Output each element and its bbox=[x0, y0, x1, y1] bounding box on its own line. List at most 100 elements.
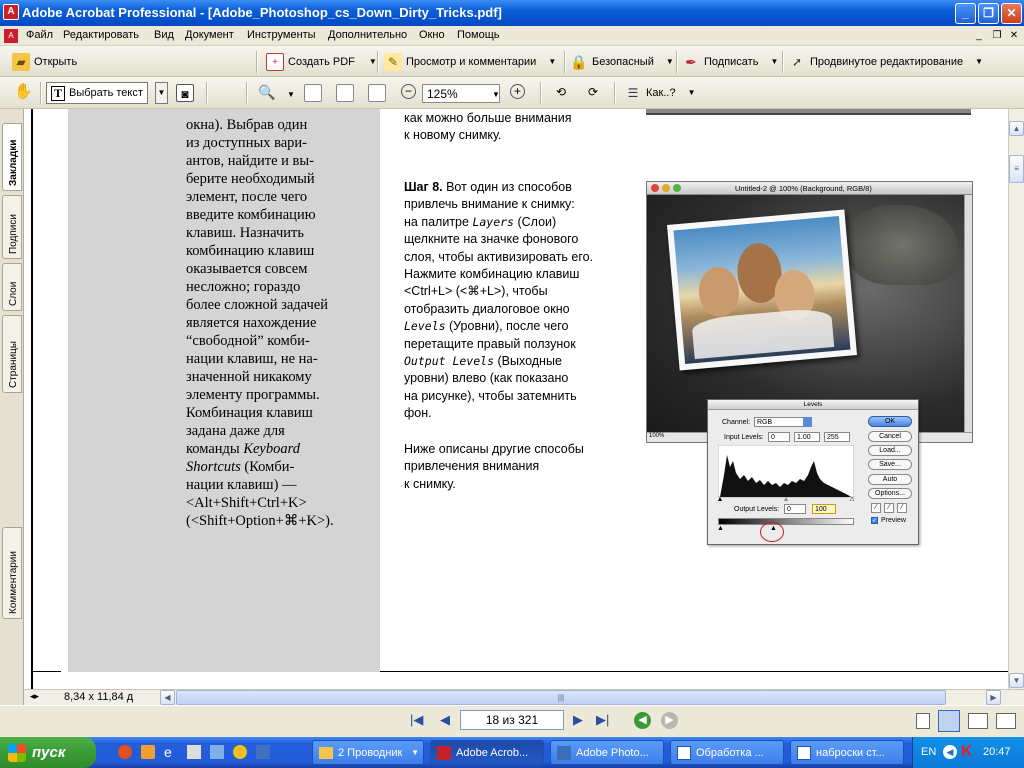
howto-label: Как..? bbox=[646, 86, 676, 99]
task-drafts[interactable]: наброски ст... bbox=[790, 740, 904, 765]
levels-cancel-button: Cancel bbox=[868, 431, 912, 442]
scroll-thumb[interactable]: ≡ bbox=[1009, 155, 1024, 183]
menu-advanced[interactable]: Дополнительно bbox=[328, 29, 407, 41]
scroll-down-icon[interactable]: ▼ bbox=[1009, 673, 1024, 688]
doc-close-button[interactable]: ✕ bbox=[1007, 29, 1021, 43]
select-text-button[interactable]: T Выбрать текст bbox=[46, 82, 148, 104]
ie-icon[interactable]: e bbox=[164, 744, 172, 760]
open-button[interactable]: ▰ Открыть bbox=[12, 51, 77, 72]
browser-icon[interactable] bbox=[118, 745, 132, 759]
menu-file[interactable]: Файл bbox=[26, 29, 53, 41]
levels-title: Levels bbox=[708, 400, 918, 410]
photo-canvas bbox=[647, 195, 964, 432]
fit-width-icon[interactable] bbox=[368, 84, 386, 102]
doc-restore-button[interactable]: ❐ bbox=[990, 29, 1004, 43]
continuous-facing-icon[interactable] bbox=[996, 713, 1016, 729]
chevron-down-icon[interactable]: ▼ bbox=[155, 82, 168, 104]
fit-page-icon[interactable] bbox=[336, 84, 354, 102]
app-icon[interactable] bbox=[256, 745, 270, 759]
chevron-down-icon[interactable]: ▼ bbox=[287, 90, 295, 99]
chevron-down-icon[interactable]: ▼ bbox=[369, 57, 377, 66]
vertical-scrollbar[interactable]: ▲ ≡ ▼ bbox=[1008, 109, 1024, 689]
menu-tools[interactable]: Инструменты bbox=[247, 29, 316, 41]
horizontal-scrollbar[interactable]: ◂▸ 8,34 x 11,84 д ◀ ||| ▶ bbox=[24, 689, 1024, 705]
polaroid-photo bbox=[666, 209, 858, 371]
input-level-white: 255 bbox=[824, 432, 850, 442]
highlight-circle bbox=[760, 522, 784, 542]
toolbar-main: ▰ Открыть ◈ ▣ ⎙ ✉ ⌕ + Создать PDF ▼ ✎ Пр… bbox=[0, 46, 1024, 116]
rotate-right-icon[interactable]: ⟳ bbox=[584, 83, 602, 101]
folder-icon: ▰ bbox=[12, 52, 30, 71]
levels-options-button: Options... bbox=[868, 488, 912, 499]
menu-view[interactable]: Вид bbox=[154, 29, 174, 41]
previous-page-icon[interactable]: ◀ bbox=[440, 712, 450, 728]
scroll-left-icon[interactable]: ◀ bbox=[160, 690, 175, 705]
single-page-icon[interactable] bbox=[916, 713, 930, 729]
title-bar: A Adobe Acrobat Professional - [Adobe_Ph… bbox=[0, 0, 1024, 26]
forward-icon[interactable]: ▶ bbox=[661, 712, 678, 729]
document-icon[interactable]: A bbox=[4, 29, 18, 43]
menu-window[interactable]: Окно bbox=[419, 29, 445, 41]
review-button[interactable]: ✎ Просмотр и комментарии ▼ bbox=[384, 51, 556, 72]
secure-label: Безопасный bbox=[592, 55, 654, 68]
zoom-input[interactable]: 125% bbox=[422, 84, 500, 103]
actual-size-icon[interactable] bbox=[304, 84, 322, 102]
zoom-out-icon[interactable]: − bbox=[401, 84, 416, 99]
howto-button[interactable]: ☰ Как..? ▼ bbox=[624, 82, 696, 103]
continuous-page-icon[interactable] bbox=[938, 710, 960, 732]
horizontal-scroll-thumb[interactable]: ||| bbox=[176, 690, 946, 705]
tab-pages[interactable]: Страницы bbox=[2, 315, 22, 393]
create-pdf-button[interactable]: + Создать PDF ▼ bbox=[266, 51, 377, 72]
rotate-left-icon[interactable]: ⟲ bbox=[552, 83, 570, 101]
advanced-editing-button[interactable]: ➚ Продвинутое редактирование ▼ bbox=[788, 51, 983, 72]
last-page-icon[interactable]: ▶| bbox=[596, 712, 609, 728]
chevron-down-icon[interactable]: ▼ bbox=[975, 57, 983, 66]
menu-edit[interactable]: Редактировать bbox=[63, 29, 139, 41]
task-explorer[interactable]: 2 Проводник ▼ bbox=[312, 740, 424, 765]
close-button[interactable]: ✕ bbox=[1001, 3, 1022, 24]
explorer-icon[interactable] bbox=[210, 745, 224, 759]
chevron-down-icon[interactable]: ▼ bbox=[688, 88, 696, 97]
facing-pages-icon[interactable] bbox=[968, 713, 988, 729]
scroll-right-icon[interactable]: ▶ bbox=[986, 690, 1001, 705]
notepad-icon[interactable] bbox=[187, 745, 201, 759]
clock-app-icon[interactable] bbox=[141, 745, 155, 759]
zoom-in-icon[interactable]: 🔍 bbox=[258, 83, 276, 101]
tab-layers[interactable]: Слои bbox=[2, 263, 22, 311]
chevron-down-icon[interactable]: ▼ bbox=[492, 90, 500, 99]
paragraph-top: как можно больше внимания к новому снимк… bbox=[404, 111, 572, 143]
chevron-down-icon: ▼ bbox=[411, 748, 419, 757]
task-photoshop[interactable]: Adobe Photo... bbox=[550, 740, 664, 765]
chevron-down-icon[interactable]: ▼ bbox=[548, 57, 556, 66]
maximize-button[interactable]: ❐ bbox=[978, 3, 999, 24]
tab-comments[interactable]: Комментарии bbox=[2, 527, 22, 619]
sign-button[interactable]: ✒ Подписать ▼ bbox=[682, 51, 778, 72]
kaspersky-icon[interactable]: K bbox=[961, 743, 973, 761]
start-button[interactable]: пуск bbox=[0, 737, 96, 768]
task-acrobat[interactable]: Adobe Acrob... bbox=[430, 740, 544, 765]
task-word-processing[interactable]: Обработка ... bbox=[670, 740, 784, 765]
doc-minimize-button[interactable]: _ bbox=[972, 29, 986, 43]
snapshot-icon[interactable]: ◙ bbox=[176, 84, 194, 102]
chevron-down-icon[interactable]: ▼ bbox=[770, 57, 778, 66]
output-levels-label: Output Levels: bbox=[734, 506, 780, 513]
back-icon[interactable]: ◀ bbox=[634, 712, 651, 729]
chevron-down-icon[interactable]: ▼ bbox=[666, 57, 674, 66]
split-handle-icon[interactable]: ◂▸ bbox=[30, 691, 39, 702]
tab-signatures[interactable]: Подписи bbox=[2, 195, 22, 259]
show-hidden-icon[interactable]: ◀ bbox=[943, 745, 957, 759]
tab-bookmarks[interactable]: Закладки bbox=[2, 123, 22, 191]
zoom-in-button[interactable]: + bbox=[510, 84, 525, 99]
language-indicator[interactable]: EN bbox=[921, 746, 936, 758]
document-view[interactable]: окна). Выбрав один из доступных вари- ан… bbox=[24, 109, 1008, 689]
menu-help[interactable]: Помощь bbox=[457, 29, 500, 41]
media-player-icon[interactable] bbox=[233, 745, 247, 759]
first-page-icon[interactable]: |◀ bbox=[410, 712, 423, 728]
minimize-button[interactable]: _ bbox=[955, 3, 976, 24]
page-number-input[interactable]: 18 из 321 bbox=[460, 710, 564, 730]
page-up-icon[interactable]: ▲ bbox=[1009, 121, 1024, 136]
hand-tool-icon[interactable]: ✋ bbox=[14, 83, 33, 101]
menu-document[interactable]: Документ bbox=[185, 29, 234, 41]
next-page-icon[interactable]: ▶ bbox=[573, 712, 583, 728]
secure-button[interactable]: 🔒 Безопасный ▼ bbox=[570, 51, 674, 72]
